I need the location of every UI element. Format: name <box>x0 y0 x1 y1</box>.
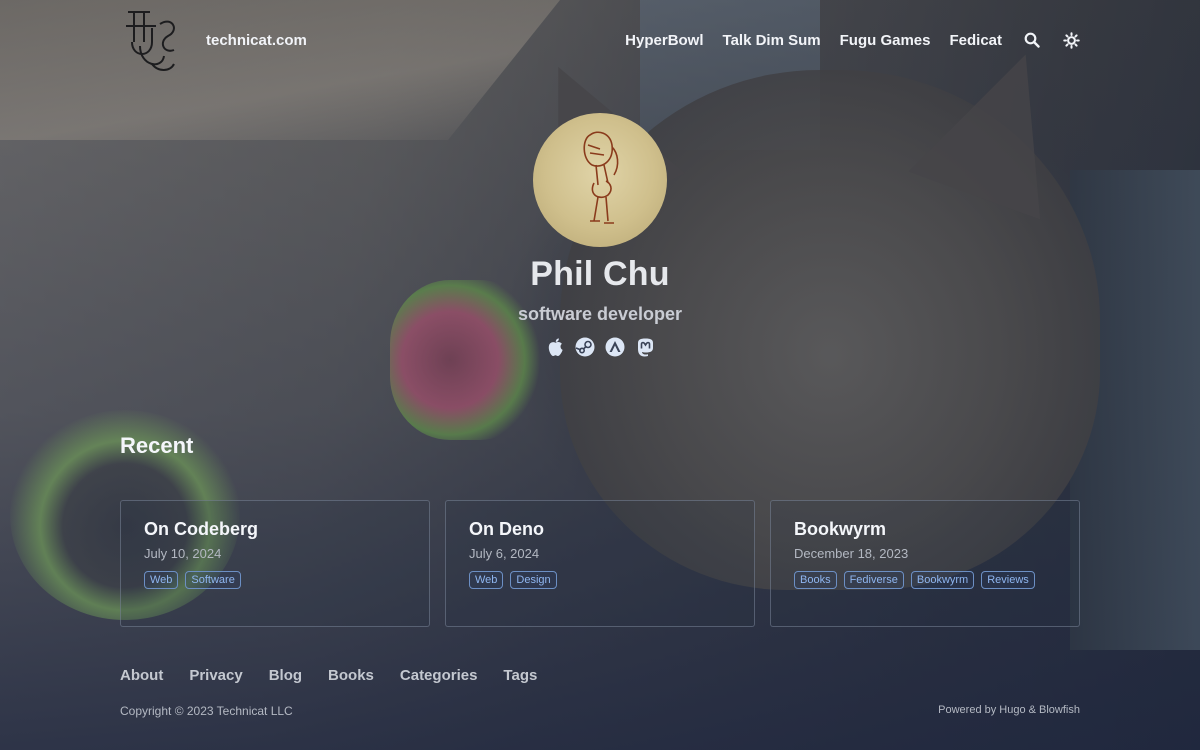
social-links <box>545 337 655 357</box>
post-date: December 18, 2023 <box>794 546 909 561</box>
post-tags: Books Fediverse Bookwyrm Reviews <box>794 571 1056 589</box>
footer-link-blog[interactable]: Blog <box>269 667 302 684</box>
tag-badge[interactable]: Software <box>185 571 241 589</box>
footer-link-categories[interactable]: Categories <box>400 667 478 684</box>
avatar <box>533 113 667 247</box>
apple-icon[interactable] <box>545 337 565 357</box>
footer-link-privacy[interactable]: Privacy <box>189 667 242 684</box>
site-header: technicat.com HyperBowl Talk Dim Sum Fug… <box>120 0 1080 80</box>
powered-by: Powered by Hugo & Blowfish <box>938 704 1080 716</box>
footer-link-tags[interactable]: Tags <box>503 667 537 684</box>
profile-name: Phil Chu <box>530 255 670 293</box>
tag-badge[interactable]: Fediverse <box>843 571 904 589</box>
nav-link-fedicat[interactable]: Fedicat <box>949 32 1002 49</box>
profile-section: Phil Chu software developer <box>0 113 1200 357</box>
linktree-icon[interactable] <box>605 337 625 357</box>
nav-link-hyperbowl[interactable]: HyperBowl <box>625 32 703 49</box>
tag-badge[interactable]: Books <box>794 571 837 589</box>
post-title[interactable]: Bookwyrm <box>794 519 1056 540</box>
tag-badge[interactable]: Web <box>469 571 504 589</box>
tag-badge[interactable]: Reviews <box>981 571 1035 589</box>
steam-icon[interactable] <box>575 337 595 357</box>
tag-badge[interactable]: Design <box>510 571 557 589</box>
nav-link-talk-dim-sum[interactable]: Talk Dim Sum <box>723 32 821 49</box>
footer-nav: About Privacy Blog Books Categories Tags <box>120 667 537 684</box>
footer-link-books[interactable]: Books <box>328 667 374 684</box>
post-card[interactable]: Bookwyrm December 18, 2023 Books Fediver… <box>770 500 1080 627</box>
post-title[interactable]: On Codeberg <box>144 519 406 540</box>
technicat-logo-icon[interactable] <box>120 5 184 75</box>
post-card[interactable]: On Codeberg July 10, 2024 Web Software <box>120 500 430 627</box>
post-title[interactable]: On Deno <box>469 519 731 540</box>
post-date: July 10, 2024 <box>144 546 222 561</box>
footer-link-about[interactable]: About <box>120 667 163 684</box>
post-tags: Web Software <box>144 571 406 589</box>
post-date: July 6, 2024 <box>469 546 540 561</box>
brand: technicat.com <box>120 5 307 75</box>
search-icon[interactable] <box>1023 31 1041 49</box>
tag-badge[interactable]: Bookwyrm <box>910 571 975 589</box>
copyright: Copyright © 2023 Technicat LLC <box>120 704 293 718</box>
recent-heading: Recent <box>120 433 194 458</box>
recent-posts: On Codeberg July 10, 2024 Web Software O… <box>120 500 1080 627</box>
main-nav: HyperBowl Talk Dim Sum Fugu Games Fedica… <box>625 31 1080 49</box>
post-card[interactable]: On Deno July 6, 2024 Web Design <box>445 500 755 627</box>
profile-tagline: software developer <box>517 304 683 324</box>
mastodon-icon[interactable] <box>635 337 655 357</box>
post-tags: Web Design <box>469 571 731 589</box>
sun-icon[interactable] <box>1062 31 1080 49</box>
nav-link-fugu-games[interactable]: Fugu Games <box>840 32 931 49</box>
site-name-link[interactable]: technicat.com <box>206 32 307 49</box>
tag-badge[interactable]: Web <box>144 571 179 589</box>
